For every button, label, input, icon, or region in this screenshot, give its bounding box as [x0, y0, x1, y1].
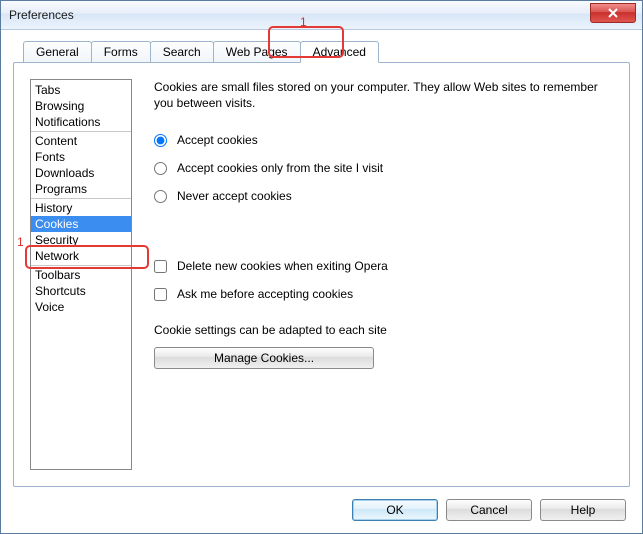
settings-content: Cookies are small files stored on your c…: [132, 79, 613, 470]
tabstrip: General Forms Search Web Pages Advanced: [23, 39, 630, 62]
tab-panel: Tabs Browsing Notifications Content Font…: [13, 62, 630, 487]
category-shortcuts[interactable]: Shortcuts: [31, 283, 131, 299]
tab-search[interactable]: Search: [150, 41, 214, 62]
annotation-marker-1b: 1: [17, 235, 24, 249]
checkbox-delete-on-exit[interactable]: [154, 260, 167, 273]
radio-site-only[interactable]: [154, 162, 167, 175]
radio-never-label: Never accept cookies: [177, 189, 292, 203]
tab-webpages[interactable]: Web Pages: [213, 41, 301, 62]
dialog-buttons: OK Cancel Help: [352, 499, 626, 521]
ok-button[interactable]: OK: [352, 499, 438, 521]
category-downloads[interactable]: Downloads: [31, 165, 131, 181]
radio-accept-label: Accept cookies: [177, 133, 258, 147]
checkbox-row-ask[interactable]: Ask me before accepting cookies: [154, 287, 609, 301]
manage-cookies-button[interactable]: Manage Cookies...: [154, 347, 374, 369]
tab-general[interactable]: General: [23, 41, 92, 62]
category-voice[interactable]: Voice: [31, 299, 131, 315]
radio-row-accept[interactable]: Accept cookies: [154, 133, 609, 147]
radio-site-label: Accept cookies only from the site I visi…: [177, 161, 383, 175]
category-notifications[interactable]: Notifications: [31, 114, 131, 130]
cancel-button[interactable]: Cancel: [446, 499, 532, 521]
help-button[interactable]: Help: [540, 499, 626, 521]
cookies-description: Cookies are small files stored on your c…: [154, 79, 609, 111]
tab-advanced[interactable]: Advanced: [300, 41, 379, 63]
category-programs[interactable]: Programs: [31, 181, 131, 197]
category-security[interactable]: Security: [31, 232, 131, 248]
category-group: Content Fonts Downloads Programs: [31, 132, 131, 199]
window-title: Preferences: [9, 8, 74, 22]
category-network[interactable]: Network: [31, 248, 131, 264]
category-content[interactable]: Content: [31, 133, 131, 149]
category-toolbars[interactable]: Toolbars: [31, 267, 131, 283]
preferences-window: Preferences General Forms Search Web Pag…: [0, 0, 643, 534]
radio-never[interactable]: [154, 190, 167, 203]
annotation-marker-1a: 1: [300, 15, 307, 29]
category-cookies[interactable]: Cookies: [31, 216, 131, 232]
checkbox-ask-before[interactable]: [154, 288, 167, 301]
titlebar: Preferences: [1, 1, 642, 30]
category-browsing[interactable]: Browsing: [31, 98, 131, 114]
checkbox-delete-label: Delete new cookies when exiting Opera: [177, 259, 388, 273]
category-group: History Cookies Security Network: [31, 199, 131, 266]
checkbox-ask-label: Ask me before accepting cookies: [177, 287, 353, 301]
category-group: Toolbars Shortcuts Voice: [31, 266, 131, 316]
client-area: General Forms Search Web Pages Advanced …: [1, 29, 642, 533]
radio-row-site[interactable]: Accept cookies only from the site I visi…: [154, 161, 609, 175]
category-history[interactable]: History: [31, 200, 131, 216]
category-list[interactable]: Tabs Browsing Notifications Content Font…: [30, 79, 132, 470]
adapt-label: Cookie settings can be adapted to each s…: [154, 323, 609, 337]
checkbox-row-delete[interactable]: Delete new cookies when exiting Opera: [154, 259, 609, 273]
manage-section: Cookie settings can be adapted to each s…: [154, 323, 609, 369]
close-icon: [608, 8, 618, 18]
tab-forms[interactable]: Forms: [91, 41, 151, 62]
close-button[interactable]: [590, 3, 636, 23]
radio-accept[interactable]: [154, 134, 167, 147]
category-tabs[interactable]: Tabs: [31, 82, 131, 98]
radio-row-never[interactable]: Never accept cookies: [154, 189, 609, 203]
category-group: Tabs Browsing Notifications: [31, 81, 131, 132]
category-fonts[interactable]: Fonts: [31, 149, 131, 165]
